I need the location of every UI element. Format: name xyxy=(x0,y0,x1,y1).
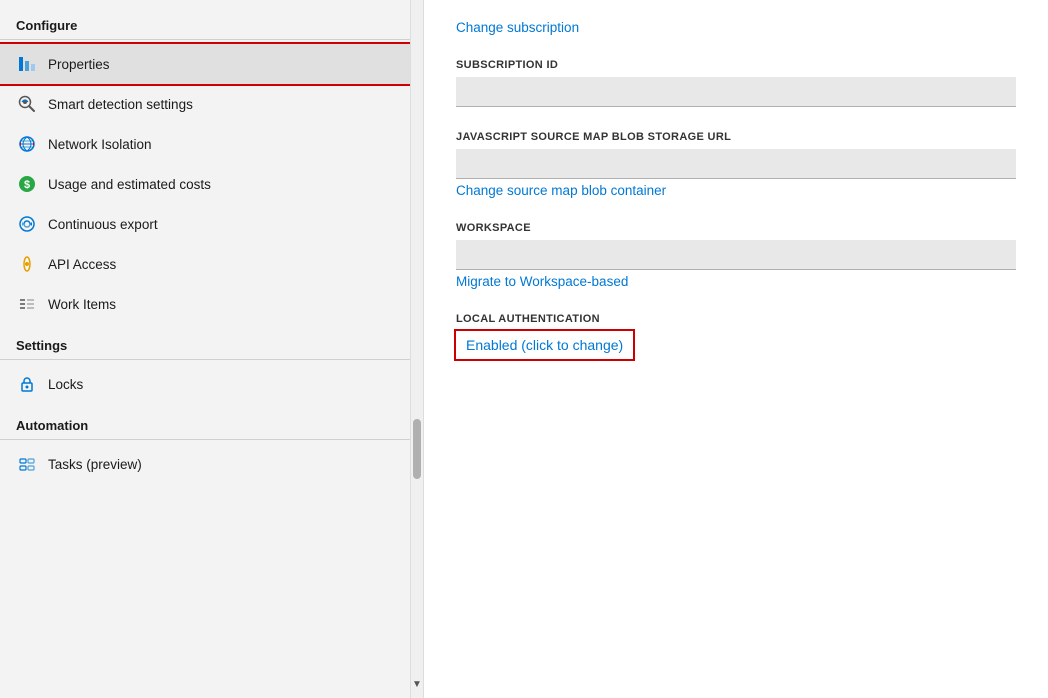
work-items-icon xyxy=(16,293,38,315)
scrollbar-thumb[interactable] xyxy=(413,419,421,479)
settings-divider xyxy=(0,359,410,360)
subscription-id-label: SUBSCRIPTION ID xyxy=(456,59,1016,71)
local-auth-group: LOCAL AUTHENTICATION Enabled (click to c… xyxy=(456,313,1016,359)
migrate-link[interactable]: Migrate to Workspace-based xyxy=(456,274,628,289)
tasks-icon xyxy=(16,453,38,475)
sidebar-item-usage-costs[interactable]: $ Usage and estimated costs xyxy=(0,164,410,204)
sidebar-item-continuous-export-label: Continuous export xyxy=(48,217,158,232)
subscription-id-input[interactable] xyxy=(456,77,1016,107)
local-auth-label: LOCAL AUTHENTICATION xyxy=(456,313,1016,325)
js-source-map-label: JAVASCRIPT SOURCE MAP BLOB STORAGE URL xyxy=(456,131,1016,143)
sidebar-item-tasks[interactable]: Tasks (preview) xyxy=(0,444,410,484)
continuous-export-icon xyxy=(16,213,38,235)
scrollbar[interactable]: ▼ xyxy=(410,0,424,698)
workspace-group: WORKSPACE Migrate to Workspace-based xyxy=(456,222,1016,289)
sidebar-item-continuous-export[interactable]: Continuous export xyxy=(0,204,410,244)
subscription-id-group: SUBSCRIPTION ID xyxy=(456,59,1016,107)
network-isolation-icon xyxy=(16,133,38,155)
js-source-map-input[interactable] xyxy=(456,149,1016,179)
automation-divider xyxy=(0,439,410,440)
scrollbar-down-arrow[interactable]: ▼ xyxy=(408,675,426,694)
sidebar-item-properties-label: Properties xyxy=(48,57,110,72)
sidebar-item-usage-costs-label: Usage and estimated costs xyxy=(48,177,211,192)
sidebar-item-smart-detection[interactable]: Smart detection settings xyxy=(0,84,410,124)
local-auth-link[interactable]: Enabled (click to change) xyxy=(456,331,633,359)
main-content: Change subscription SUBSCRIPTION ID JAVA… xyxy=(424,0,1048,698)
sidebar-item-smart-detection-label: Smart detection settings xyxy=(48,97,193,112)
sidebar-item-network-isolation-label: Network Isolation xyxy=(48,137,152,152)
sidebar-item-locks[interactable]: Locks xyxy=(0,364,410,404)
sidebar-item-work-items[interactable]: Work Items xyxy=(0,284,410,324)
change-source-map-link[interactable]: Change source map blob container xyxy=(456,183,666,198)
sidebar-item-properties[interactable]: Properties xyxy=(0,44,410,84)
settings-section-label: Settings xyxy=(0,324,410,359)
sidebar-item-tasks-label: Tasks (preview) xyxy=(48,457,142,472)
change-subscription-link[interactable]: Change subscription xyxy=(456,20,579,35)
configure-section-label: Configure xyxy=(0,4,410,39)
workspace-input[interactable] xyxy=(456,240,1016,270)
sidebar-item-api-access[interactable]: API Access xyxy=(0,244,410,284)
sidebar-item-locks-label: Locks xyxy=(48,377,83,392)
smart-detection-icon xyxy=(16,93,38,115)
sidebar: Configure Properties Smart detection set… xyxy=(0,0,410,698)
properties-icon xyxy=(16,53,38,75)
sidebar-item-api-access-label: API Access xyxy=(48,257,116,272)
usage-costs-icon: $ xyxy=(16,173,38,195)
automation-section-label: Automation xyxy=(0,404,410,439)
js-source-map-group: JAVASCRIPT SOURCE MAP BLOB STORAGE URL C… xyxy=(456,131,1016,198)
workspace-label: WORKSPACE xyxy=(456,222,1016,234)
locks-icon xyxy=(16,373,38,395)
configure-divider xyxy=(0,39,410,40)
api-access-icon xyxy=(16,253,38,275)
change-subscription-group: Change subscription xyxy=(456,16,1016,35)
sidebar-item-work-items-label: Work Items xyxy=(48,297,116,312)
sidebar-item-network-isolation[interactable]: Network Isolation xyxy=(0,124,410,164)
svg-text:$: $ xyxy=(24,179,30,191)
